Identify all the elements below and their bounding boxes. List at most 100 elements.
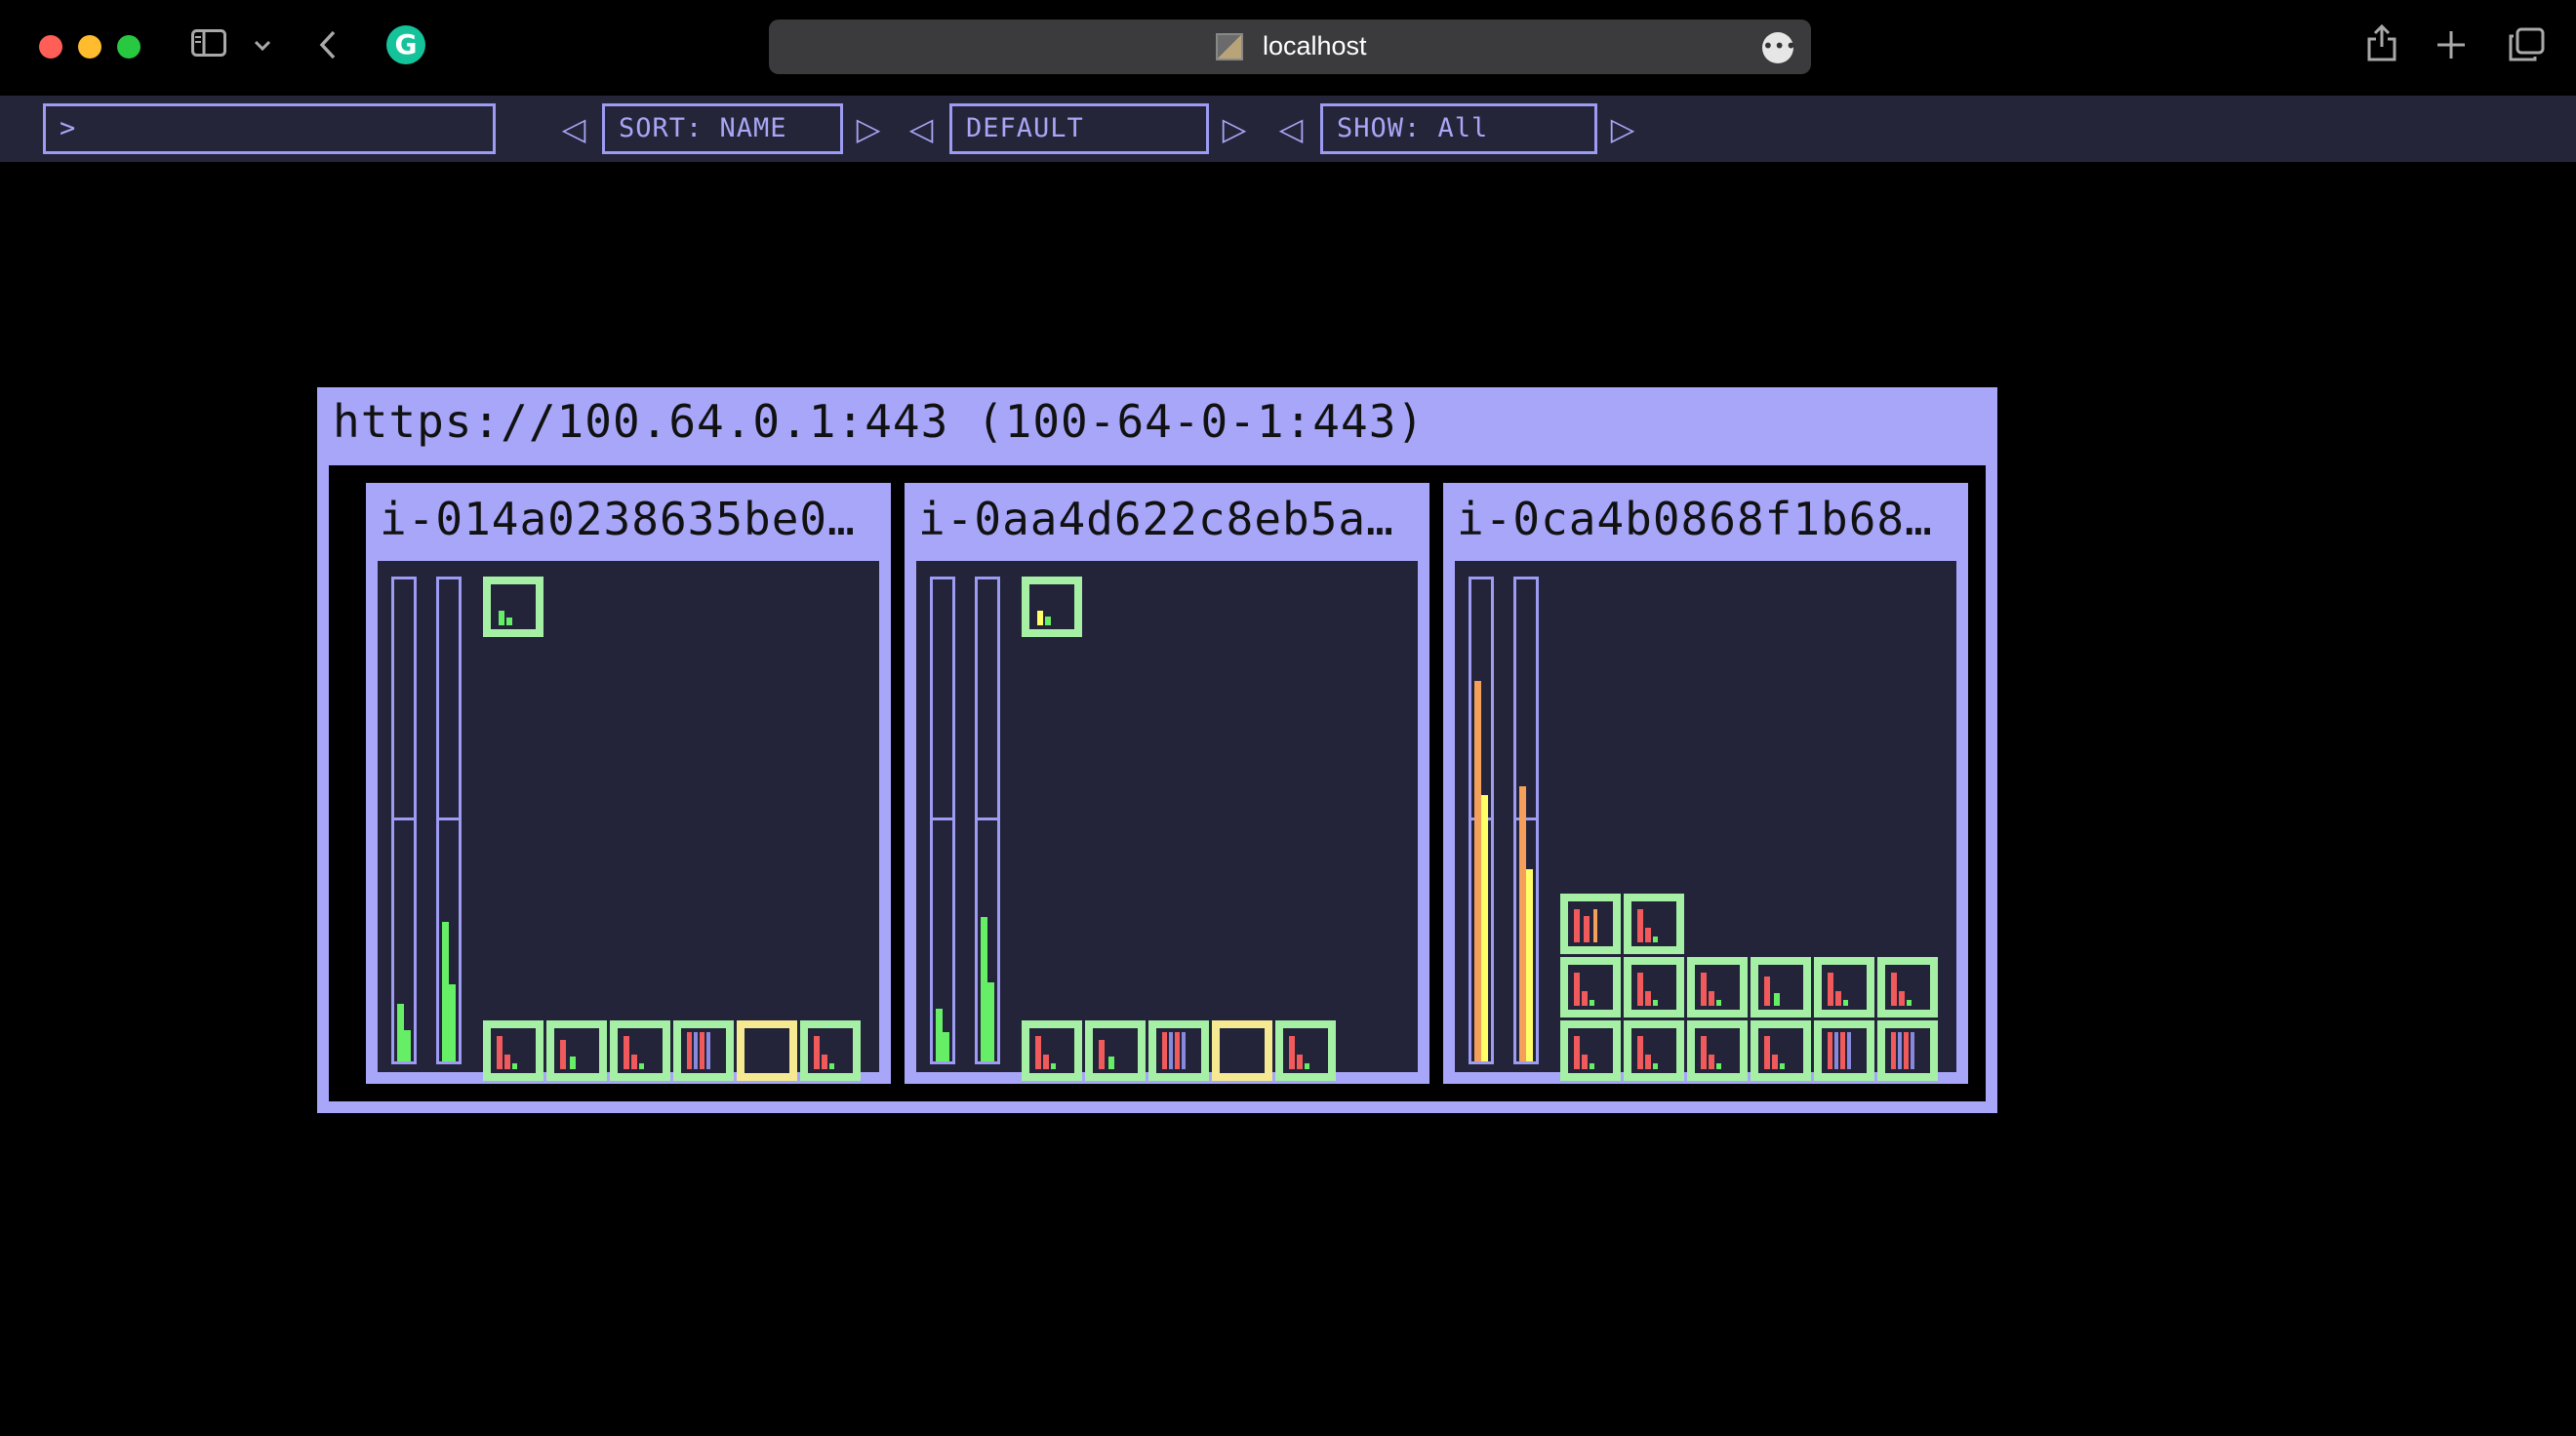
usage-mark [499, 610, 504, 625]
pod-cell[interactable] [737, 1020, 797, 1081]
pod-usage [1762, 1032, 1799, 1069]
close-window-button[interactable] [39, 35, 62, 59]
usage-mark [1175, 1032, 1180, 1069]
usage-mark [624, 1035, 629, 1069]
filter-input[interactable]: > [43, 103, 496, 154]
sort-select[interactable]: SORT: NAME [602, 103, 843, 154]
pod-usage [1572, 1032, 1609, 1069]
bar-fill [1474, 681, 1481, 1061]
usage-mark [1637, 972, 1643, 1006]
usage-mark [814, 1035, 820, 1069]
usage-mark [1037, 610, 1043, 625]
preset-prev-button[interactable]: ◁ [902, 103, 941, 154]
show-select[interactable]: SHOW: All [1320, 103, 1597, 154]
pod-cell[interactable] [1687, 1020, 1748, 1081]
usage-mark [1834, 1032, 1838, 1069]
show-next-button[interactable]: ▷ [1603, 103, 1642, 154]
back-icon[interactable] [318, 29, 338, 64]
pod-cell[interactable] [1212, 1020, 1272, 1081]
chevron-down-icon[interactable] [254, 37, 271, 56]
pod-cell[interactable] [610, 1020, 670, 1081]
usage-mark [504, 1054, 510, 1069]
sort-next-button[interactable]: ▷ [849, 103, 888, 154]
pod-cell[interactable] [546, 1020, 607, 1081]
pod-cell[interactable] [1877, 957, 1938, 1017]
pod-usage [1033, 1032, 1070, 1069]
usage-mark [1645, 990, 1651, 1006]
usage-mark [1716, 1000, 1721, 1006]
usage-mark [1593, 908, 1597, 942]
pod-cell[interactable] [1560, 894, 1621, 954]
pod-usage [1826, 969, 1863, 1006]
pod-usage [1889, 1032, 1926, 1069]
pod-cell[interactable] [1022, 1020, 1082, 1081]
pod-usage [1889, 969, 1926, 1006]
usage-mark [829, 1063, 834, 1069]
usage-mark [1701, 972, 1707, 1006]
memory-bar [1513, 577, 1539, 1064]
pod-cell[interactable] [1814, 1020, 1874, 1081]
pod-cell[interactable] [1275, 1020, 1336, 1081]
usage-mark [1582, 990, 1588, 1006]
pod-cell[interactable] [483, 577, 543, 637]
cpu-bar [930, 577, 955, 1064]
pod-cell[interactable] [1624, 894, 1684, 954]
usage-mark [1637, 908, 1643, 942]
node-panel[interactable]: i-014a0238635be0… [366, 483, 891, 1084]
usage-mark [1162, 1032, 1167, 1069]
preset-next-button[interactable]: ▷ [1215, 103, 1254, 154]
plus-icon[interactable] [2435, 29, 2467, 64]
usage-mark [1764, 976, 1770, 1006]
sort-prev-button[interactable]: ◁ [554, 103, 593, 154]
pod-cell[interactable] [800, 1020, 861, 1081]
pod-usage [1224, 1032, 1261, 1069]
show-prev-button[interactable]: ◁ [1271, 103, 1310, 154]
usage-mark [1045, 616, 1051, 625]
grammarly-icon[interactable]: G [386, 25, 425, 64]
tabs-icon[interactable] [2508, 27, 2545, 66]
usage-mark [1907, 1000, 1912, 1006]
sidebar-icon[interactable] [191, 29, 226, 57]
bar-midline [978, 818, 997, 820]
more-icon[interactable]: ••• [1762, 32, 1796, 63]
minimize-window-button[interactable] [78, 35, 101, 59]
cpu-bar [1469, 577, 1494, 1064]
memory-bar [436, 577, 462, 1064]
pod-cell[interactable] [1624, 1020, 1684, 1081]
pod-cell[interactable] [1877, 1020, 1938, 1081]
pod-cell[interactable] [1085, 1020, 1146, 1081]
usage-mark [512, 1063, 517, 1069]
pod-cell[interactable] [1560, 1020, 1621, 1081]
usage-mark [1574, 1035, 1580, 1069]
bar-fill [936, 1009, 943, 1061]
usage-mark [1653, 937, 1658, 942]
node-panel[interactable]: i-0ca4b0868f1b68… [1443, 483, 1968, 1084]
pod-cell[interactable] [1751, 1020, 1811, 1081]
usage-mark [1584, 916, 1590, 942]
pod-cell[interactable] [1022, 577, 1082, 637]
pod-cell[interactable] [1751, 957, 1811, 1017]
zoom-window-button[interactable] [117, 35, 141, 59]
bar-fill [404, 1030, 411, 1061]
usage-mark [700, 1032, 704, 1069]
address-bar[interactable]: localhost ••• [769, 20, 1811, 74]
share-icon[interactable] [2365, 23, 2398, 66]
usage-mark [1764, 1035, 1770, 1069]
usage-mark [1099, 1039, 1105, 1069]
server-panel[interactable]: https://100.64.0.1:443 (100-64-0-1:443) … [317, 387, 1997, 1113]
browser-chrome: G localhost ••• [0, 0, 2576, 96]
preset-select[interactable]: DEFAULT [949, 103, 1209, 154]
pod-cell[interactable] [1560, 957, 1621, 1017]
usage-mark [1899, 990, 1905, 1006]
usage-mark [1289, 1035, 1295, 1069]
pod-cell[interactable] [1624, 957, 1684, 1017]
pod-cell[interactable] [673, 1020, 734, 1081]
usage-mark [1843, 1000, 1848, 1006]
pod-cell[interactable] [483, 1020, 543, 1081]
node-panel[interactable]: i-0aa4d622c8eb5a… [905, 483, 1429, 1084]
pod-cell[interactable] [1687, 957, 1748, 1017]
pod-cell[interactable] [1814, 957, 1874, 1017]
bar-fill [397, 1004, 404, 1061]
pod-usage [685, 1032, 722, 1069]
pod-cell[interactable] [1148, 1020, 1209, 1081]
